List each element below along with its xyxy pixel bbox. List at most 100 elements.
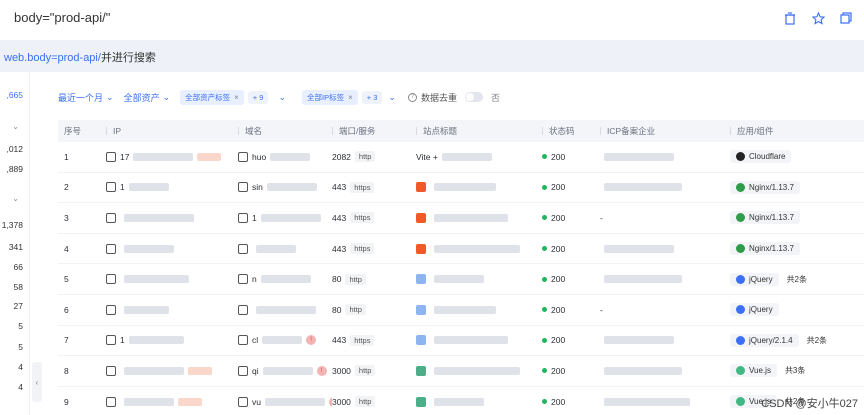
app-badge[interactable]: Nginx/1.13.7 [730,242,800,256]
ip-icon[interactable] [106,274,116,285]
table-row[interactable]: 6 80 http 200 - jQuery [58,295,864,326]
col-ip: IP [113,126,122,136]
ip-tag [178,397,202,406]
domain-value[interactable]: qi [252,366,259,376]
domain-icon[interactable] [238,182,248,193]
ip-icon[interactable] [106,304,116,315]
trash-icon[interactable] [782,10,798,26]
query-text[interactable]: body="prod-api/" [14,10,110,25]
domain-icon[interactable] [238,151,248,162]
port-value[interactable]: 3000 [332,366,351,376]
table-row[interactable]: 4 443 https 200 Nginx/1.13.7 [58,234,864,265]
app-badge[interactable]: Vue.js [730,364,777,378]
icp-value[interactable]: - [600,305,603,315]
redacted-icp [604,152,674,161]
table-row[interactable]: 8 qi ! 3000 http 200 Vue.js 共3条 [58,356,864,387]
ip-tag [188,366,212,375]
ip-icon[interactable] [106,335,116,346]
left-stat-count[interactable]: 4 [18,382,23,392]
left-stat-count[interactable]: 1,378 [2,220,23,230]
domain-icon[interactable] [238,396,248,407]
row-index: 6 [64,304,69,315]
star-icon[interactable] [810,10,826,26]
chevron-down-icon[interactable]: ⌄ [278,92,286,103]
chevron-down-icon[interactable]: ⌄ [12,122,19,131]
domain-value[interactable]: n [252,274,257,284]
domain-value[interactable]: 1 [252,213,257,223]
ip-icon[interactable] [106,151,116,162]
left-stat-count[interactable]: 5 [18,321,23,331]
port-value[interactable]: 80 [332,305,341,315]
ip-icon[interactable] [106,182,116,193]
more-count[interactable]: 共2条 [807,335,827,346]
left-stat-count[interactable]: 27 [14,301,23,311]
port-value[interactable]: 3000 [332,397,351,407]
port-value[interactable]: 443 [332,244,346,254]
ip-icon[interactable] [106,212,116,223]
table-row[interactable]: 5 n 80 http 200 jQuery 共2条 [58,264,864,295]
dedup-toggle[interactable] [464,92,483,102]
left-stat-count[interactable]: ,012 [6,144,23,154]
time-filter[interactable]: 最近一个月 ⌄ [58,91,114,104]
chevron-down-icon[interactable]: ⌄ [388,92,396,103]
more-count[interactable]: 共3条 [785,365,805,376]
domain-value[interactable]: cl [252,335,258,345]
domain-icon[interactable] [238,335,248,346]
more-count[interactable]: 共2条 [787,274,807,285]
icp-value[interactable]: - [600,213,603,223]
table-row[interactable]: 1 17 huo 2082 http Vite + 200 Cloudflare [58,142,864,173]
left-stat-count[interactable]: 58 [14,282,23,292]
redacted-ip [133,152,194,161]
redacted-domain [256,244,296,253]
copy-icon[interactable] [838,10,854,26]
domain-icon[interactable] [238,212,248,223]
app-badge[interactable]: jQuery [730,303,779,317]
search-hint-bar[interactable]: web.body=prod-api/并进行搜索 [0,40,864,72]
left-stat-count[interactable]: 66 [14,262,23,272]
ip-tag-filter[interactable]: 全部IP标签 × [301,89,358,105]
domain-icon[interactable] [238,304,248,315]
collapse-handle[interactable]: ‹ [32,362,42,402]
domain-value[interactable]: huo [252,152,266,162]
port-value[interactable]: 2082 [332,152,351,162]
domain-value[interactable]: sin [252,182,263,192]
status-dot-icon [542,399,547,405]
ip-value[interactable]: 17 [120,152,129,162]
port-value[interactable]: 443 [332,213,346,223]
asset-tag-filter[interactable]: 全部资产标签 × [180,89,244,105]
chevron-down-icon[interactable]: ⌄ [12,194,19,203]
table-row[interactable]: 3 1 443 https 200 - Nginx/1.13.7 [58,203,864,234]
app-logo-icon [736,274,745,284]
app-badge[interactable]: jQuery/2.1.4 [730,333,799,347]
search-query[interactable]: web.body=prod-api/ [4,52,101,64]
site-title[interactable]: Vite + [416,152,438,162]
table-row[interactable]: 9 vu ! 3000 http 200 [58,387,864,415]
ip-icon[interactable] [106,243,116,254]
left-stat-count[interactable]: ,889 [6,164,23,174]
domain-icon[interactable] [238,274,248,285]
app-badge[interactable]: Cloudflare [730,150,792,164]
ip-value[interactable]: 1 [120,335,125,345]
app-badge[interactable]: Nginx/1.13.7 [730,211,800,225]
left-stat-count[interactable]: 4 [18,362,23,372]
app-badge[interactable]: jQuery [730,272,779,286]
app-logo-icon [736,335,745,345]
redacted-title [434,244,520,253]
assets-filter[interactable]: 全部资产 ⌄ [124,91,171,104]
status-dot-icon [542,368,547,374]
app-badge[interactable]: Nginx/1.13.7 [730,180,800,194]
left-stat-count[interactable]: ,665 [6,90,23,100]
port-value[interactable]: 80 [332,274,341,284]
left-stat-count[interactable]: 341 [9,242,23,252]
port-value[interactable]: 443 [332,182,346,192]
domain-icon[interactable] [238,365,248,376]
left-stat-count[interactable]: 5 [18,342,23,352]
ip-icon[interactable] [106,365,116,376]
domain-value[interactable]: vu [252,397,261,407]
table-row[interactable]: 2 1 sin 443 https 200 Nginx/1.13.7 [58,173,864,204]
table-row[interactable]: 7 1 cl ! 443 https 200 jQuery/2.1.4 共2条 [58,326,864,357]
ip-icon[interactable] [106,396,116,407]
port-value[interactable]: 443 [332,335,346,345]
domain-icon[interactable] [238,243,248,254]
ip-value[interactable]: 1 [120,182,125,192]
